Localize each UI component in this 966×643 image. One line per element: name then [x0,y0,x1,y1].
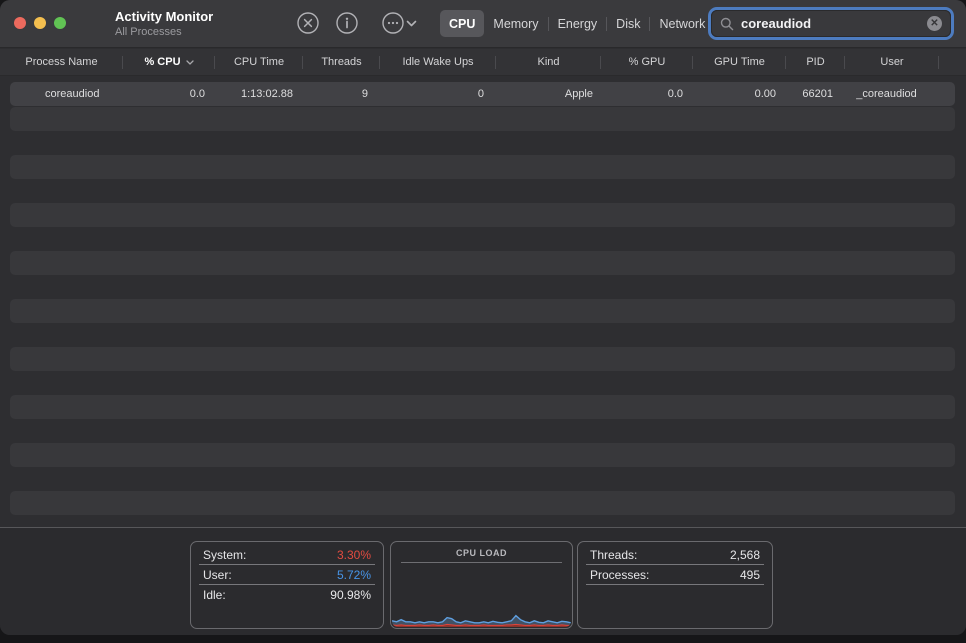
stat-label: User: [203,568,232,582]
cpu-load-graph [392,601,571,627]
tab-network[interactable]: Network [650,10,714,37]
quit-process-button[interactable] [294,9,322,37]
ellipsis-circle-icon [382,12,404,34]
header-spacer [939,49,966,75]
tab-memory[interactable]: Memory [484,10,547,37]
empty-row-stripe [10,155,955,179]
window-title: Activity Monitor [115,8,213,25]
empty-row-stripe [10,203,955,227]
column-header-label: PID [806,56,824,68]
column-header-label: CPU Time [234,56,284,68]
threads-processes-box: Threads: 2,568 Processes: 495 [577,541,773,629]
process-table: coreaudiod0.01:13:02.8890Apple0.00.00662… [0,76,966,527]
cpu-load-underline [401,562,562,563]
cpu-load-title: CPU LOAD [391,544,572,562]
column-header-gpu-time[interactable]: GPU Time [693,49,786,75]
cell-idle-wake-ups: 0 [380,82,496,106]
column-header-label: User [880,56,903,68]
column-header-label: Process Name [25,56,97,68]
column-header-gpu[interactable]: % GPU [601,49,693,75]
empty-row-stripe [10,491,955,515]
stat-label: Processes: [590,568,649,582]
column-header-label: % GPU [629,56,666,68]
search-icon [720,17,734,31]
activity-monitor-window: Activity Monitor All Processes [0,0,966,635]
empty-row-stripe [10,395,955,419]
window-controls [14,17,66,29]
zoom-window-button[interactable] [54,17,66,29]
inspect-process-button[interactable] [333,9,361,37]
stat-label: Threads: [590,548,637,562]
cpu-percent-box: System: 3.30% User: 5.72% Idle: 90.98% [190,541,384,629]
stat-value: 90.98% [330,588,371,602]
column-header-label: % CPU [144,56,180,68]
cell-kind: Apple [496,82,601,106]
search-field-focus-ring: coreaudiod ✕ [708,7,954,40]
more-options-button[interactable] [379,9,407,37]
column-header-label: Threads [321,56,361,68]
empty-row-stripe [10,299,955,323]
title-block: Activity Monitor All Processes [115,8,213,39]
close-window-button[interactable] [14,17,26,29]
cell-cpu-time: 1:13:02.88 [215,82,303,106]
stat-row: Processes: 495 [586,565,764,585]
clear-search-icon[interactable]: ✕ [927,16,942,31]
tab-cpu[interactable]: CPU [440,10,484,37]
tab-disk[interactable]: Disk [607,10,649,37]
column-header-pid[interactable]: PID [786,49,845,75]
search-input[interactable]: coreaudiod ✕ [711,10,951,37]
empty-row-stripe [10,347,955,371]
empty-row-stripe [10,251,955,275]
window-subtitle: All Processes [115,25,213,39]
empty-row-stripe [10,443,955,467]
stat-value: 5.72% [337,568,371,582]
stat-row: Threads: 2,568 [586,545,764,565]
stat-label: System: [203,548,246,562]
column-header-process-name[interactable]: Process Name [0,49,123,75]
stat-row: User: 5.72% [199,565,375,585]
table-header: Process Name % CPU CPU Time Threads Idle Wak… [0,49,966,76]
table-row[interactable]: coreaudiod0.01:13:02.8890Apple0.00.00662… [10,82,955,106]
stat-row: Idle: 90.98% [199,585,375,605]
column-header-cpu[interactable]: % CPU [123,49,215,75]
search-value: coreaudiod [741,16,927,31]
column-header-kind[interactable]: Kind [496,49,601,75]
view-tabs: CPUMemoryEnergyDiskNetwork [440,10,714,37]
circle-x-icon [297,12,319,34]
stat-value: 495 [740,568,760,582]
empty-row-stripe [10,107,955,131]
sort-descending-icon [186,60,194,65]
footer-stats: System: 3.30% User: 5.72% Idle: 90.98% CPU LO… [0,527,966,635]
info-icon [336,12,358,34]
column-header-user[interactable]: User [845,49,939,75]
cell-gpu-time: 0.00 [693,82,786,106]
cell-cpu: 0.0 [123,82,215,106]
cell-gpu: 0.0 [601,82,693,106]
stat-value: 2,568 [730,548,760,562]
cpu-load-box: CPU LOAD [390,541,573,629]
tab-energy[interactable]: Energy [549,10,607,37]
cell-pid: 66201 [786,82,845,106]
column-header-idle-wake-ups[interactable]: Idle Wake Ups [380,49,496,75]
column-header-label: Kind [537,56,559,68]
column-header-label: GPU Time [714,56,765,68]
cell-process-name: coreaudiod [10,82,123,106]
minimize-window-button[interactable] [34,17,46,29]
column-header-cpu-time[interactable]: CPU Time [215,49,303,75]
stat-label: Idle: [203,588,226,602]
cell-user: _coreaudiod [845,82,928,106]
toolbar: Activity Monitor All Processes [0,0,966,48]
column-header-label: Idle Wake Ups [402,56,473,68]
cell-threads: 9 [303,82,380,106]
chevron-down-icon [406,20,417,27]
column-header-threads[interactable]: Threads [303,49,380,75]
stat-value: 3.30% [337,548,371,562]
stat-row: System: 3.30% [199,545,375,565]
